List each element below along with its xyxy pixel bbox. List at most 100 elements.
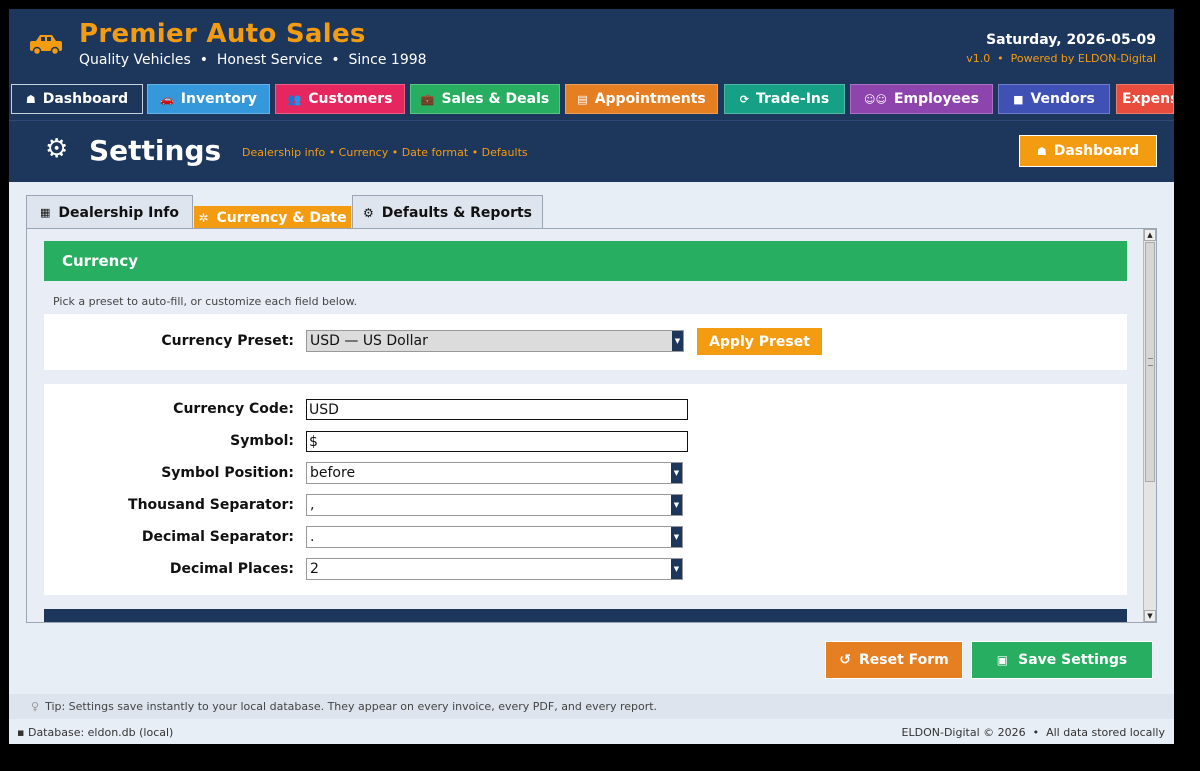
chevron-down-icon: ▼ — [671, 527, 682, 547]
home-icon: ☗ — [1036, 144, 1047, 158]
brand-tagline: Quality Vehicles • Honest Service • Sinc… — [79, 52, 427, 68]
page-titlebar: ⚙ Settings Dealership info • Currency • … — [9, 120, 1174, 182]
status-bar: ▪ Database: eldon.db (local) ELDON-Digit… — [9, 721, 1174, 744]
tab-label: Defaults & Reports — [381, 204, 532, 221]
nav-label: Sales & Deals — [441, 91, 550, 107]
dashboard-button-label: Dashboard — [1053, 143, 1140, 159]
page-title: Settings — [89, 134, 222, 167]
decimal-places-label: Decimal Places: — [169, 561, 294, 577]
next-section-header — [44, 609, 1127, 622]
currency-code-input[interactable]: USD — [306, 399, 688, 420]
tab-dealership-info[interactable]: ▦ Dealership Info — [26, 195, 193, 229]
home-icon: ☗ — [25, 92, 36, 106]
decimal-places-select[interactable]: 2 ▼ — [306, 558, 683, 580]
select-value: . — [310, 529, 315, 545]
car-icon: 🚗 — [160, 92, 174, 106]
nav-label: Inventory — [180, 91, 257, 107]
symbol-label: Symbol: — [230, 433, 294, 449]
tab-label: Dealership Info — [58, 204, 180, 221]
decimal-separator-label: Decimal Separator: — [141, 529, 294, 545]
undo-icon: ↺ — [839, 652, 851, 668]
currency-preset-select[interactable]: USD — US Dollar ▼ — [306, 330, 684, 352]
save-settings-button[interactable]: ▣ Save Settings — [971, 641, 1153, 679]
tip-bar: ♀ Tip: Settings save instantly to your lo… — [9, 694, 1174, 719]
symbol-position-select[interactable]: before ▼ — [306, 462, 683, 484]
grip-icon — [1148, 358, 1153, 366]
nav-label: Customers — [308, 91, 393, 107]
page-subtitle: Dealership info • Currency • Date format… — [242, 146, 528, 159]
save-label: Save Settings — [1018, 652, 1128, 668]
currency-code-label: Currency Code: — [173, 401, 294, 417]
preset-label: Currency Preset: — [161, 333, 294, 349]
version-info: v1.0 • Powered by ELDON-Digital — [966, 52, 1156, 65]
nav-label: Employees — [893, 91, 979, 107]
scroll-down-icon[interactable]: ▼ — [1144, 610, 1156, 622]
nav-vendors[interactable]: ■ Vendors — [998, 84, 1110, 114]
currency-section-header: Currency — [44, 241, 1127, 281]
briefcase-icon: 💼 — [420, 92, 435, 106]
reset-label: Reset Form — [858, 652, 949, 668]
thousand-separator-select[interactable]: , ▼ — [306, 494, 683, 516]
decimal-separator-select[interactable]: . ▼ — [306, 526, 683, 548]
nav-label: Vendors — [1030, 91, 1095, 107]
tab-defaults-reports[interactable]: ⚙ Defaults & Reports — [352, 195, 543, 229]
users-icon: 👥 — [287, 92, 302, 106]
nav-dashboard[interactable]: ☗ Dashboard — [11, 84, 143, 114]
tab-label: Currency & Date — [216, 209, 347, 226]
nav-label: Trade-Ins — [756, 91, 830, 107]
main-nav: ☗ Dashboard 🚗 Inventory 👥 Customers 💼 Sales … — [9, 80, 1174, 120]
reset-form-button[interactable]: ↺ Reset Form — [825, 641, 963, 679]
preset-card: Currency Preset: USD — US Dollar ▼ Apply… — [44, 314, 1127, 370]
database-text: Database: eldon.db (local) — [27, 726, 174, 739]
copyright-text: ELDON-Digital © 2026 • All data stored l… — [901, 726, 1165, 739]
scroll-up-icon[interactable]: ▲ — [1144, 229, 1156, 241]
currency-hint: Pick a preset to auto-fill, or customize… — [53, 295, 358, 308]
refresh-icon: ⟳ — [739, 92, 749, 106]
gear-icon: ✲ — [198, 210, 209, 225]
gear-icon: ⚙ — [362, 205, 374, 220]
symbol-input[interactable]: $ — [306, 431, 688, 452]
select-value: , — [310, 497, 315, 513]
nav-inventory[interactable]: 🚗 Inventory — [147, 84, 270, 114]
gear-icon: ⚙ — [45, 134, 69, 164]
apply-preset-button[interactable]: Apply Preset — [697, 328, 822, 355]
app-header: Premier Auto Sales Quality Vehicles • Ho… — [9, 9, 1174, 80]
select-value: 2 — [310, 561, 319, 577]
nav-appointments[interactable]: ▤ Appointments — [565, 84, 718, 114]
chevron-down-icon: ▼ — [672, 331, 683, 351]
nav-customers[interactable]: 👥 Customers — [275, 84, 405, 114]
select-value: before — [310, 465, 356, 481]
nav-label: Dashboard — [42, 91, 129, 107]
nav-label: Expens — [1122, 91, 1174, 107]
tab-content-panel: Currency Pick a preset to auto-fill, or … — [26, 228, 1157, 623]
chevron-down-icon: ▼ — [671, 463, 682, 483]
tip-text: Tip: Settings save instantly to your loc… — [45, 700, 658, 713]
nav-employees[interactable]: ☺☺ Employees — [850, 84, 993, 114]
nav-sales-deals[interactable]: 💼 Sales & Deals — [410, 84, 560, 114]
database-icon: ▪ — [17, 726, 25, 739]
scroll-thumb[interactable] — [1145, 242, 1155, 482]
box-icon: ■ — [1013, 92, 1024, 106]
building-icon: ▦ — [39, 206, 51, 219]
app-window: Premier Auto Sales Quality Vehicles • Ho… — [9, 9, 1174, 744]
floppy-icon: ▣ — [996, 653, 1009, 667]
select-value: USD — US Dollar — [310, 333, 428, 349]
currency-fields-card: Currency Code: USD Symbol: $ Symbol Posi… — [44, 384, 1127, 595]
people-icon: ☺☺ — [864, 92, 887, 106]
thousand-separator-label: Thousand Separator: — [128, 497, 294, 513]
brand-name: Premier Auto Sales — [79, 19, 366, 49]
nav-expenses[interactable]: Expens — [1116, 84, 1174, 114]
tab-currency-date[interactable]: ✲ Currency & Date — [194, 206, 351, 229]
symbol-position-label: Symbol Position: — [161, 465, 294, 481]
panel-scrollbar[interactable]: ▲ ▼ — [1143, 229, 1156, 622]
lightbulb-icon: ♀ — [31, 700, 40, 713]
dashboard-button[interactable]: ☗ Dashboard — [1019, 135, 1157, 167]
chevron-down-icon: ▼ — [671, 495, 682, 515]
current-date: Saturday, 2026-05-09 — [986, 32, 1156, 48]
nav-label: Appointments — [594, 91, 706, 107]
database-status: ▪ Database: eldon.db (local) — [17, 726, 173, 739]
calendar-icon: ▤ — [577, 92, 588, 106]
car-icon — [30, 35, 62, 56]
chevron-down-icon: ▼ — [671, 559, 682, 579]
nav-trade-ins[interactable]: ⟳ Trade-Ins — [724, 84, 845, 114]
